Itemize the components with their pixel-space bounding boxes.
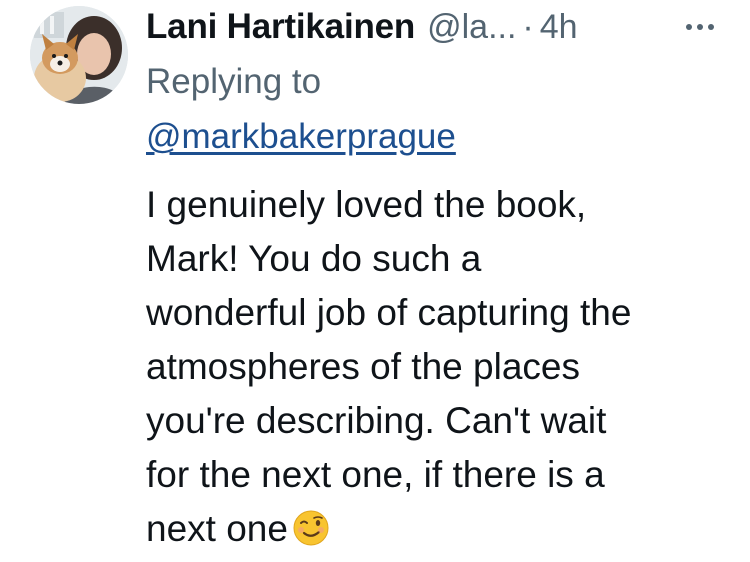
author-handle[interactable]: @la... xyxy=(427,8,516,47)
replying-to-label: Replying to xyxy=(146,62,322,101)
tweet-text-line: atmospheres of the places xyxy=(146,346,580,387)
tweet-header: Lani Hartikainen @la... · 4h xyxy=(146,4,720,50)
separator-dot: · xyxy=(522,7,534,46)
tweet-text-line: next one xyxy=(146,508,288,549)
author-display-name[interactable]: Lani Hartikainen xyxy=(146,7,415,47)
tweet-reply: Lani Hartikainen @la... · 4h Replying to… xyxy=(0,0,750,562)
tweet-timestamp[interactable]: 4h xyxy=(540,8,578,47)
tweet-text-line: for the next one, if there is a xyxy=(146,454,605,495)
profile-photo-with-dog-icon xyxy=(30,6,128,104)
reply-to-mention-link[interactable]: @markbakerprague xyxy=(146,117,456,157)
more-options-button[interactable] xyxy=(680,4,720,50)
tweet-text-last-line: next one xyxy=(146,502,736,556)
more-horizontal-icon xyxy=(686,24,714,30)
tweet-text-line: you're describing. Can't wait xyxy=(146,400,607,441)
winking-face-emoji-icon xyxy=(292,508,330,546)
user-avatar[interactable] xyxy=(30,6,128,104)
tweet-text-line: I genuinely loved the book, xyxy=(146,184,587,225)
tweet-text-line: Mark! You do such a xyxy=(146,238,482,279)
tweet-text: I genuinely loved the book, Mark! You do… xyxy=(146,178,736,556)
tweet-text-line: wonderful job of capturing the xyxy=(146,292,632,333)
